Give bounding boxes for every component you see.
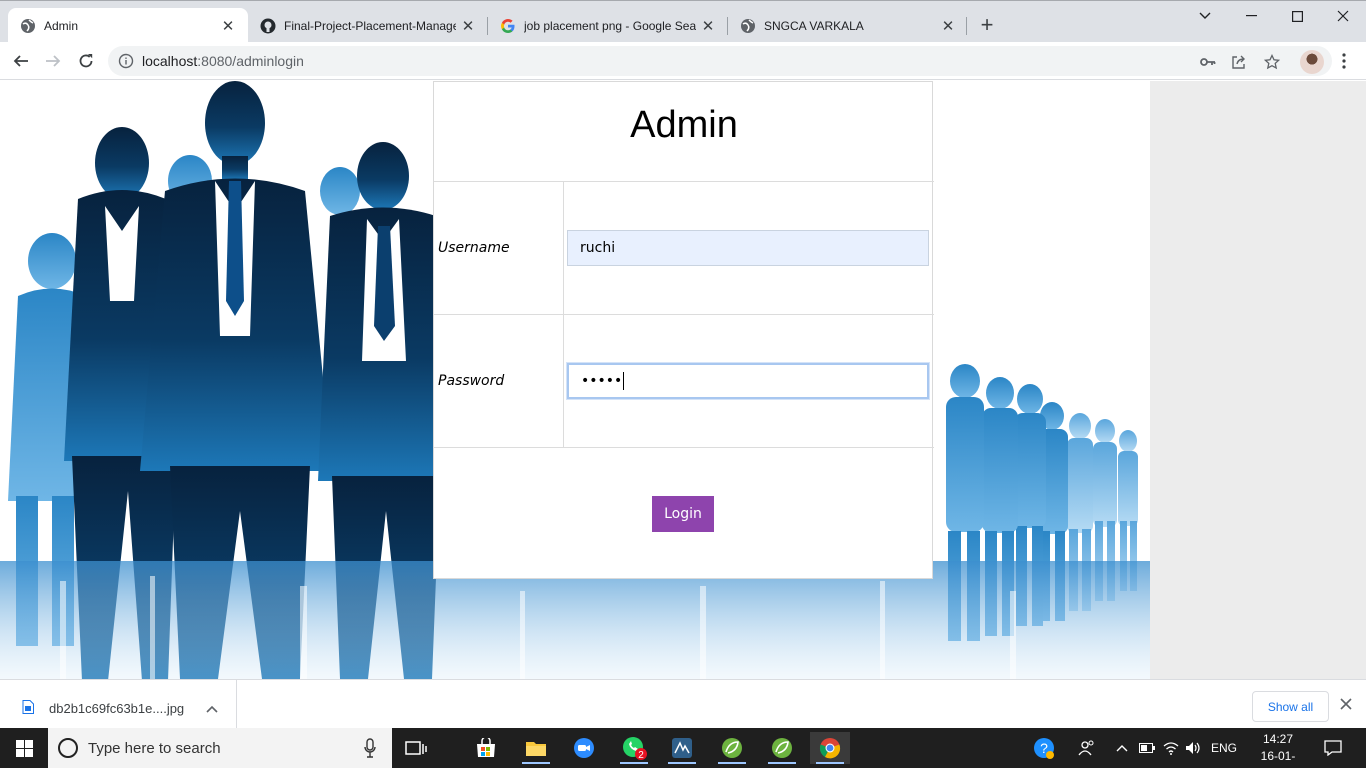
google-icon xyxy=(500,18,516,34)
forward-button[interactable] xyxy=(42,50,64,72)
username-label: Username xyxy=(438,240,510,256)
minimize-button[interactable] xyxy=(1228,1,1274,31)
divider xyxy=(434,447,934,448)
image-file-icon xyxy=(22,700,34,714)
microphone-icon[interactable] xyxy=(364,738,376,758)
show-all-button[interactable]: Show all xyxy=(1252,691,1329,722)
download-shelf: db2b1c69fc63b1e....jpg Show all xyxy=(0,679,1366,729)
page-gutter xyxy=(1150,81,1366,679)
browser-toolbar: localhost:8080/adminlogin xyxy=(0,42,1366,80)
close-icon[interactable]: ✕ xyxy=(460,18,476,35)
file-explorer-icon[interactable] xyxy=(516,732,556,764)
chevron-up-icon[interactable] xyxy=(206,701,220,713)
tab-search-chevron-icon[interactable] xyxy=(1182,1,1228,31)
wifi-icon[interactable] xyxy=(1160,728,1182,768)
whatsapp-badge-count: 2 xyxy=(638,750,644,761)
notification-icon[interactable] xyxy=(1318,728,1348,768)
taskbar-clock[interactable]: 14:27 16-01-2022 xyxy=(1256,731,1300,768)
divider xyxy=(434,314,934,315)
spring-tool-suite-icon[interactable] xyxy=(762,732,802,764)
search-placeholder: Type here to search xyxy=(88,740,221,757)
download-filename: db2b1c69fc63b1e....jpg xyxy=(49,701,185,716)
password-input[interactable]: ••••• xyxy=(567,363,929,399)
whatsapp-icon[interactable]: 2 xyxy=(614,732,654,764)
mysql-workbench-icon[interactable] xyxy=(662,732,702,764)
task-view-icon[interactable] xyxy=(396,732,436,764)
running-indicator xyxy=(668,762,696,764)
running-indicator xyxy=(768,762,796,764)
taskbar-search-input[interactable]: Type here to search xyxy=(48,728,392,768)
browser-tabstrip: Admin ✕ Final-Project-Placement-Manage ✕… xyxy=(0,0,1366,43)
close-icon[interactable] xyxy=(1340,698,1354,712)
close-icon[interactable]: ✕ xyxy=(940,18,956,35)
text-caret xyxy=(623,372,625,390)
username-value: ruchi xyxy=(580,240,616,256)
help-icon[interactable]: ? xyxy=(1030,728,1058,768)
tab-label: Admin xyxy=(44,18,79,33)
tab-label: job placement png - Google Sear xyxy=(524,18,696,33)
more-menu-icon[interactable] xyxy=(1336,51,1352,71)
tab-github[interactable]: Final-Project-Placement-Manage ✕ xyxy=(248,8,488,43)
running-indicator xyxy=(816,762,844,764)
close-icon[interactable]: ✕ xyxy=(700,18,716,35)
admin-login-form: Admin Username ruchi Password ••••• Logi… xyxy=(433,81,934,579)
page-viewport: Admin Username ruchi Password ••••• Logi… xyxy=(0,81,1366,679)
profile-avatar[interactable] xyxy=(1300,50,1324,74)
window-close-button[interactable] xyxy=(1320,1,1366,31)
divider xyxy=(434,181,934,182)
zoom-icon[interactable] xyxy=(564,732,604,764)
back-button[interactable] xyxy=(10,50,32,72)
windows-start-icon[interactable] xyxy=(0,728,48,768)
bookmark-star-icon[interactable] xyxy=(1263,53,1281,71)
tab-label: Final-Project-Placement-Manage xyxy=(284,18,456,33)
tab-sngca[interactable]: SNGCA VARKALA ✕ xyxy=(728,8,968,43)
divider xyxy=(563,181,564,447)
clock-time: 14:27 xyxy=(1262,732,1294,746)
login-button[interactable]: Login xyxy=(652,496,714,532)
chevron-up-icon[interactable] xyxy=(1112,728,1132,768)
globe-icon xyxy=(740,18,756,34)
tab-label: SNGCA VARKALA xyxy=(764,18,864,33)
cortana-icon xyxy=(58,738,78,758)
url-text: localhost:8080/adminlogin xyxy=(142,53,304,69)
share-icon[interactable] xyxy=(1230,53,1248,71)
url-host: localhost xyxy=(142,53,198,69)
key-icon[interactable] xyxy=(1199,53,1217,71)
maximize-button[interactable] xyxy=(1274,1,1320,31)
running-indicator xyxy=(522,762,550,764)
running-indicator xyxy=(620,762,648,764)
running-indicator xyxy=(718,762,746,764)
spring-tool-suite-icon[interactable] xyxy=(712,732,752,764)
close-icon[interactable]: ✕ xyxy=(220,18,236,35)
new-tab-button[interactable]: + xyxy=(976,14,998,37)
battery-icon[interactable] xyxy=(1136,728,1158,768)
download-item[interactable]: db2b1c69fc63b1e....jpg xyxy=(0,680,237,729)
chrome-icon[interactable] xyxy=(810,732,850,764)
password-value: ••••• xyxy=(581,373,623,389)
info-icon[interactable] xyxy=(118,53,134,69)
globe-icon xyxy=(20,18,36,34)
url-path: :8080/adminlogin xyxy=(197,53,304,69)
tab-admin[interactable]: Admin ✕ xyxy=(8,8,248,43)
github-icon xyxy=(260,18,276,34)
tab-separator xyxy=(966,17,967,35)
microsoft-store-icon[interactable] xyxy=(466,732,506,764)
clock-date: 16-01-2022 xyxy=(1260,749,1296,768)
people-icon[interactable] xyxy=(1074,728,1100,768)
address-bar[interactable]: localhost:8080/adminlogin xyxy=(108,46,1332,76)
tab-google-search[interactable]: job placement png - Google Sear ✕ xyxy=(488,8,728,43)
page-title: Admin xyxy=(630,104,738,146)
password-label: Password xyxy=(438,373,505,389)
username-input[interactable]: ruchi xyxy=(567,230,929,266)
windows-taskbar: Type here to search 2 ? ENG 14:27 16-01- xyxy=(0,728,1366,768)
language-indicator[interactable]: ENG xyxy=(1208,728,1240,768)
reload-button[interactable] xyxy=(75,50,97,72)
volume-icon[interactable] xyxy=(1182,728,1204,768)
